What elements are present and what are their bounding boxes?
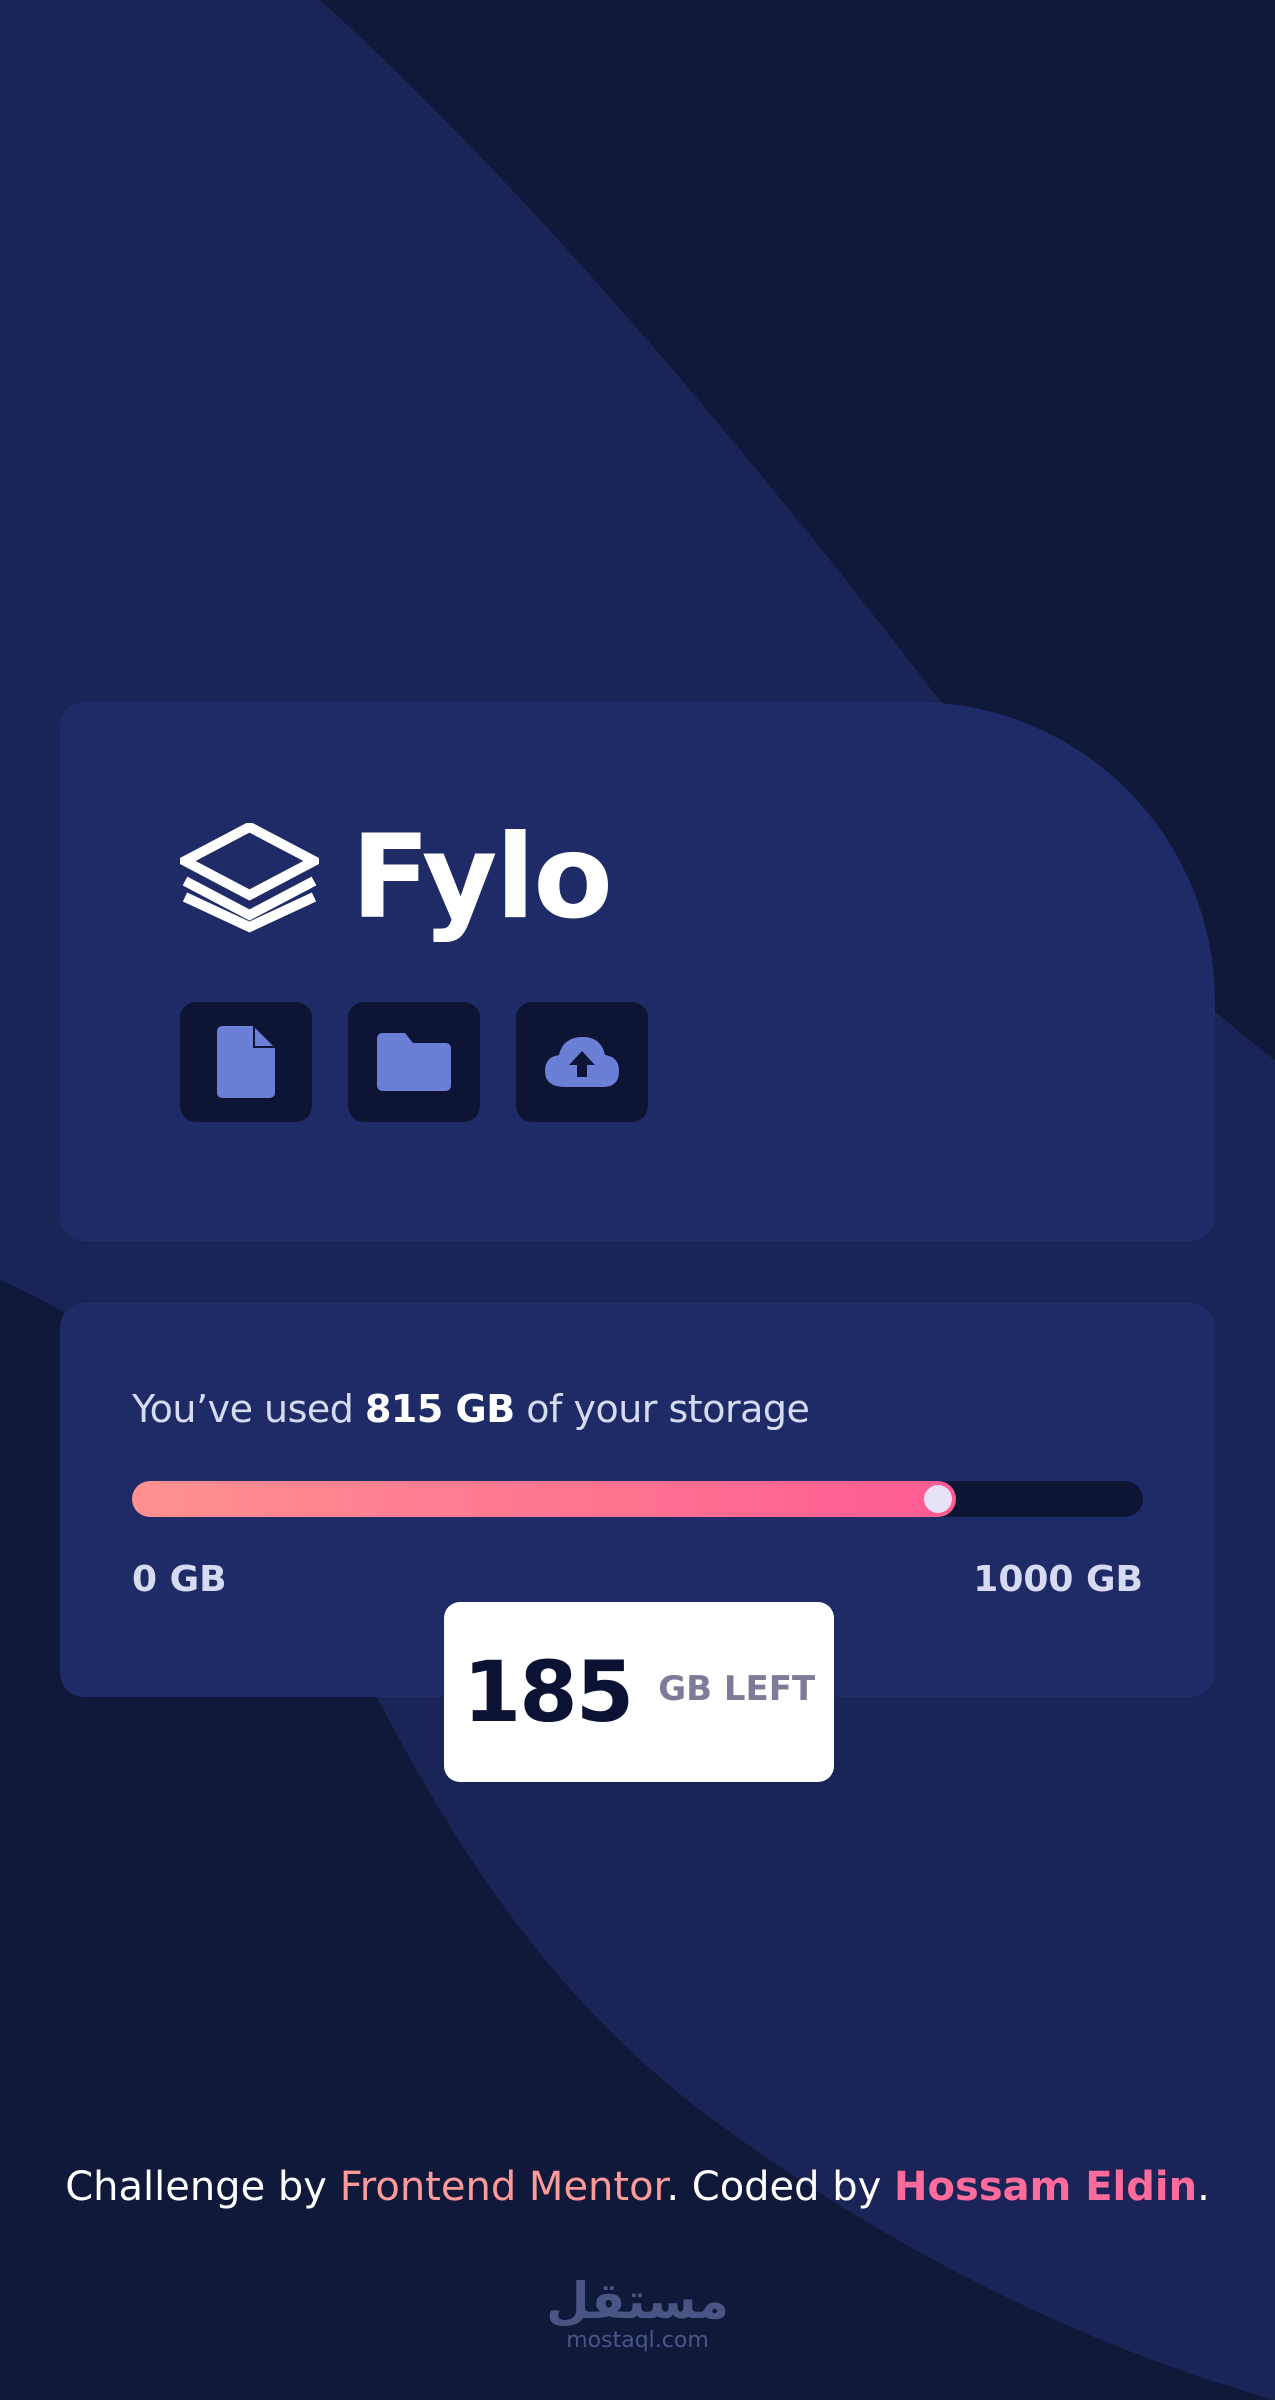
- folder-button[interactable]: [348, 1002, 480, 1122]
- remaining-value: 185: [462, 1643, 634, 1741]
- remaining-unit: GB LEFT: [658, 1669, 816, 1709]
- usage-prefix: You’ve used: [132, 1387, 365, 1431]
- upload-button[interactable]: [516, 1002, 648, 1122]
- attribution-end: .: [1197, 2164, 1210, 2210]
- scale-min-label: 0 GB: [132, 1559, 227, 1600]
- folder-icon: [377, 1033, 451, 1091]
- storage-progress-bar: [132, 1481, 1143, 1517]
- storage-progress-handle: [924, 1485, 952, 1513]
- cloud-upload-icon: [545, 1037, 619, 1087]
- attribution: Challenge by Frontend Mentor. Coded by H…: [0, 2164, 1275, 2210]
- document-icon: [217, 1026, 275, 1098]
- stacked-layers-icon: [180, 823, 319, 933]
- action-buttons: [180, 1002, 648, 1122]
- remaining-storage-callout: 185 GB LEFT: [444, 1602, 834, 1782]
- brand-logo: Fylo: [180, 810, 613, 945]
- attribution-lead: Challenge by: [65, 2164, 340, 2210]
- watermark: مستقل mostaql.com: [0, 2276, 1275, 2353]
- attribution-mid: . Coded by: [666, 2164, 895, 2210]
- watermark-logo: مستقل: [546, 2272, 729, 2330]
- usage-amount: 815 GB: [364, 1387, 515, 1431]
- frontend-mentor-link[interactable]: Frontend Mentor: [340, 2164, 667, 2210]
- storage-progress-fill: [132, 1481, 956, 1517]
- scale-max-label: 1000 GB: [973, 1559, 1143, 1600]
- document-button[interactable]: [180, 1002, 312, 1122]
- usage-suffix: of your storage: [514, 1387, 810, 1431]
- author-link[interactable]: Hossam Eldin: [894, 2164, 1197, 2210]
- usage-summary: You’ve used 815 GB of your storage: [132, 1387, 810, 1431]
- watermark-url: mostaql.com: [566, 2328, 709, 2353]
- brand-card: Fylo: [60, 702, 1215, 1241]
- brand-name: Fylo: [351, 810, 613, 945]
